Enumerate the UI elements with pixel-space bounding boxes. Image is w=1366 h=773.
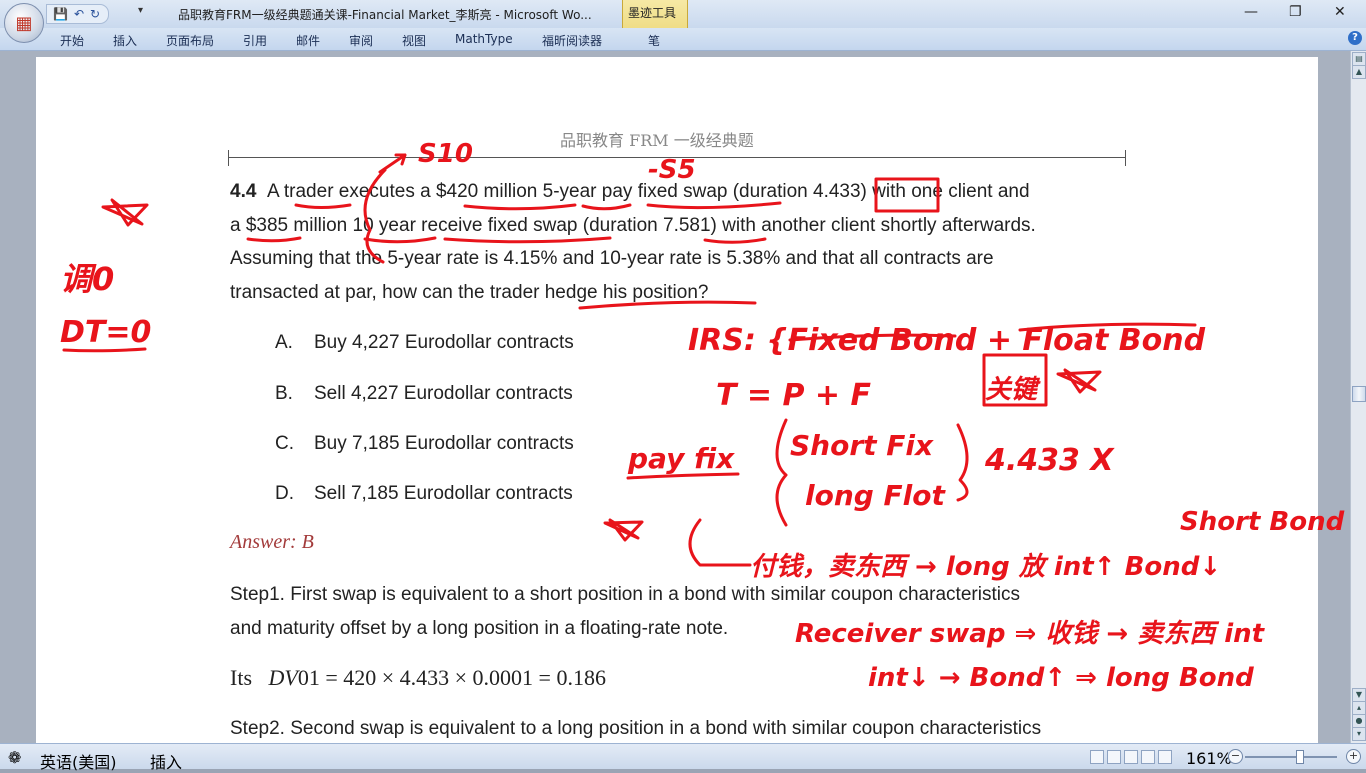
- question-line-3: Assuming that the 5-year rate is 4.15% a…: [230, 248, 994, 269]
- dv01-formula: Its DV01 = 420 × 4.433 × 0.0001 = 0.186: [230, 665, 606, 691]
- scroll-up-icon[interactable]: ▲: [1352, 65, 1366, 79]
- page-header: 品职教育 FRM 一级经典题: [560, 131, 754, 150]
- header-rule: [228, 157, 1126, 158]
- prev-page-icon[interactable]: ▴: [1352, 701, 1366, 715]
- option-b: Sell 4,227 Eurodollar contracts: [314, 383, 573, 404]
- step1-line-1: Step1. First swap is equivalent to a sho…: [230, 584, 1020, 605]
- save-icon[interactable]: 💾: [53, 7, 68, 21]
- office-button[interactable]: ▦: [4, 3, 44, 43]
- tab-review[interactable]: 审阅: [349, 32, 373, 49]
- question-text: A trader executes a $420 million 5-year …: [266, 181, 1030, 202]
- step2-line-1: Step2. Second swap is equivalent to a lo…: [230, 718, 1042, 739]
- close-button[interactable]: ✕: [1334, 4, 1346, 20]
- scroll-down-icon[interactable]: ▼: [1352, 688, 1366, 702]
- outline-view-icon[interactable]: [1141, 750, 1155, 764]
- zoom-out-icon[interactable]: −: [1228, 749, 1243, 764]
- office-logo-icon: ▦: [15, 12, 33, 34]
- tab-insert[interactable]: 插入: [113, 32, 137, 49]
- header-rule-tick: [1125, 150, 1126, 166]
- help-icon[interactable]: ?: [1348, 31, 1362, 45]
- formula-its: Its: [230, 665, 252, 690]
- web-layout-view-icon[interactable]: [1124, 750, 1138, 764]
- full-screen-view-icon[interactable]: [1107, 750, 1121, 764]
- formula-rest: 01 = 420 × 4.433 × 0.0001 = 0.186: [297, 665, 606, 690]
- tab-mailings[interactable]: 邮件: [296, 32, 320, 49]
- scroll-thumb[interactable]: [1352, 386, 1366, 402]
- answer-label: Answer: B: [230, 531, 314, 553]
- browse-object-icon[interactable]: ●: [1352, 714, 1366, 728]
- tab-page-layout[interactable]: 页面布局: [166, 32, 214, 49]
- spelling-check-icon[interactable]: ❁: [8, 748, 21, 767]
- zoom-level[interactable]: 161%: [1186, 749, 1232, 768]
- tab-home[interactable]: 开始: [60, 32, 84, 49]
- formula-dv: DV: [268, 665, 298, 690]
- question-number: 4.4: [230, 181, 257, 202]
- option-letter: B.: [275, 383, 293, 404]
- tab-view[interactable]: 视图: [402, 32, 426, 49]
- ruler-toggle-icon[interactable]: ▤: [1352, 52, 1366, 66]
- tab-mathtype[interactable]: MathType: [455, 32, 513, 46]
- question-line-2: a $385 million 10 year receive fixed swa…: [230, 215, 1036, 236]
- zoom-slider-knob[interactable]: [1296, 750, 1304, 764]
- option-letter: A.: [275, 332, 293, 353]
- tab-references[interactable]: 引用: [243, 32, 267, 49]
- draft-view-icon[interactable]: [1158, 750, 1172, 764]
- undo-icon[interactable]: ↶: [74, 7, 84, 21]
- quick-access-toolbar: 💾 ↶ ↻: [46, 4, 110, 24]
- print-layout-view-icon[interactable]: [1090, 750, 1104, 764]
- document-page[interactable]: 品职教育 FRM 一级经典题 4.4 A trader executes a $…: [36, 57, 1318, 743]
- tab-pen[interactable]: 笔: [648, 32, 660, 49]
- step1-line-2: and maturity offset by a long position i…: [230, 618, 729, 639]
- question-line-1: 4.4 A trader executes a $420 million 5-y…: [230, 181, 1030, 203]
- insert-mode-indicator[interactable]: 插入: [150, 749, 182, 773]
- window-title: 品职教育FRM一级经典题通关课-Financial Market_李斯亮 - M…: [178, 8, 592, 22]
- question-line-4: transacted at par, how can the trader he…: [230, 282, 709, 303]
- option-letter: C.: [275, 433, 294, 454]
- redo-icon[interactable]: ↻: [90, 7, 100, 21]
- zoom-slider[interactable]: [1245, 756, 1337, 758]
- language-indicator[interactable]: 英语(美国): [40, 749, 117, 773]
- header-rule-tick: [228, 150, 229, 166]
- next-page-icon[interactable]: ▾: [1352, 727, 1366, 741]
- option-letter: D.: [275, 483, 294, 504]
- option-a: Buy 4,227 Eurodollar contracts: [314, 332, 574, 353]
- option-d: Sell 7,185 Eurodollar contracts: [314, 483, 573, 504]
- minimize-button[interactable]: —: [1244, 4, 1258, 20]
- customize-qat-icon[interactable]: ▾: [138, 5, 143, 16]
- maximize-button[interactable]: ❐: [1289, 4, 1302, 20]
- tab-foxit[interactable]: 福昕阅读器: [542, 32, 602, 49]
- option-c: Buy 7,185 Eurodollar contracts: [314, 433, 574, 454]
- ink-tools-label: 墨迹工具: [628, 6, 677, 20]
- zoom-in-icon[interactable]: +: [1346, 749, 1361, 764]
